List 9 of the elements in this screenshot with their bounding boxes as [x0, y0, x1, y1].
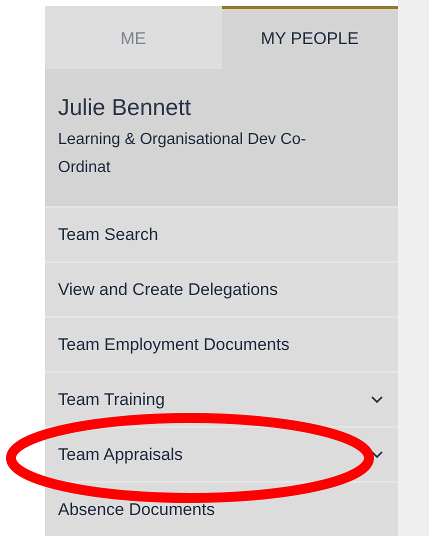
menu-item[interactable]: Team Employment Documents: [45, 316, 398, 371]
chevron-down-icon: [371, 396, 383, 404]
chevron-down-icon: [371, 450, 383, 458]
menu-item[interactable]: Team Appraisals: [45, 426, 398, 481]
profile-role: Learning & Organisational Dev Co-Ordinat: [58, 130, 308, 178]
menu-item[interactable]: Team Search: [45, 206, 398, 261]
tab[interactable]: MY PEOPLE: [222, 6, 398, 70]
menu-item[interactable]: View and Create Delegations: [45, 261, 398, 316]
profile-name: Julie Bennett: [58, 93, 192, 122]
